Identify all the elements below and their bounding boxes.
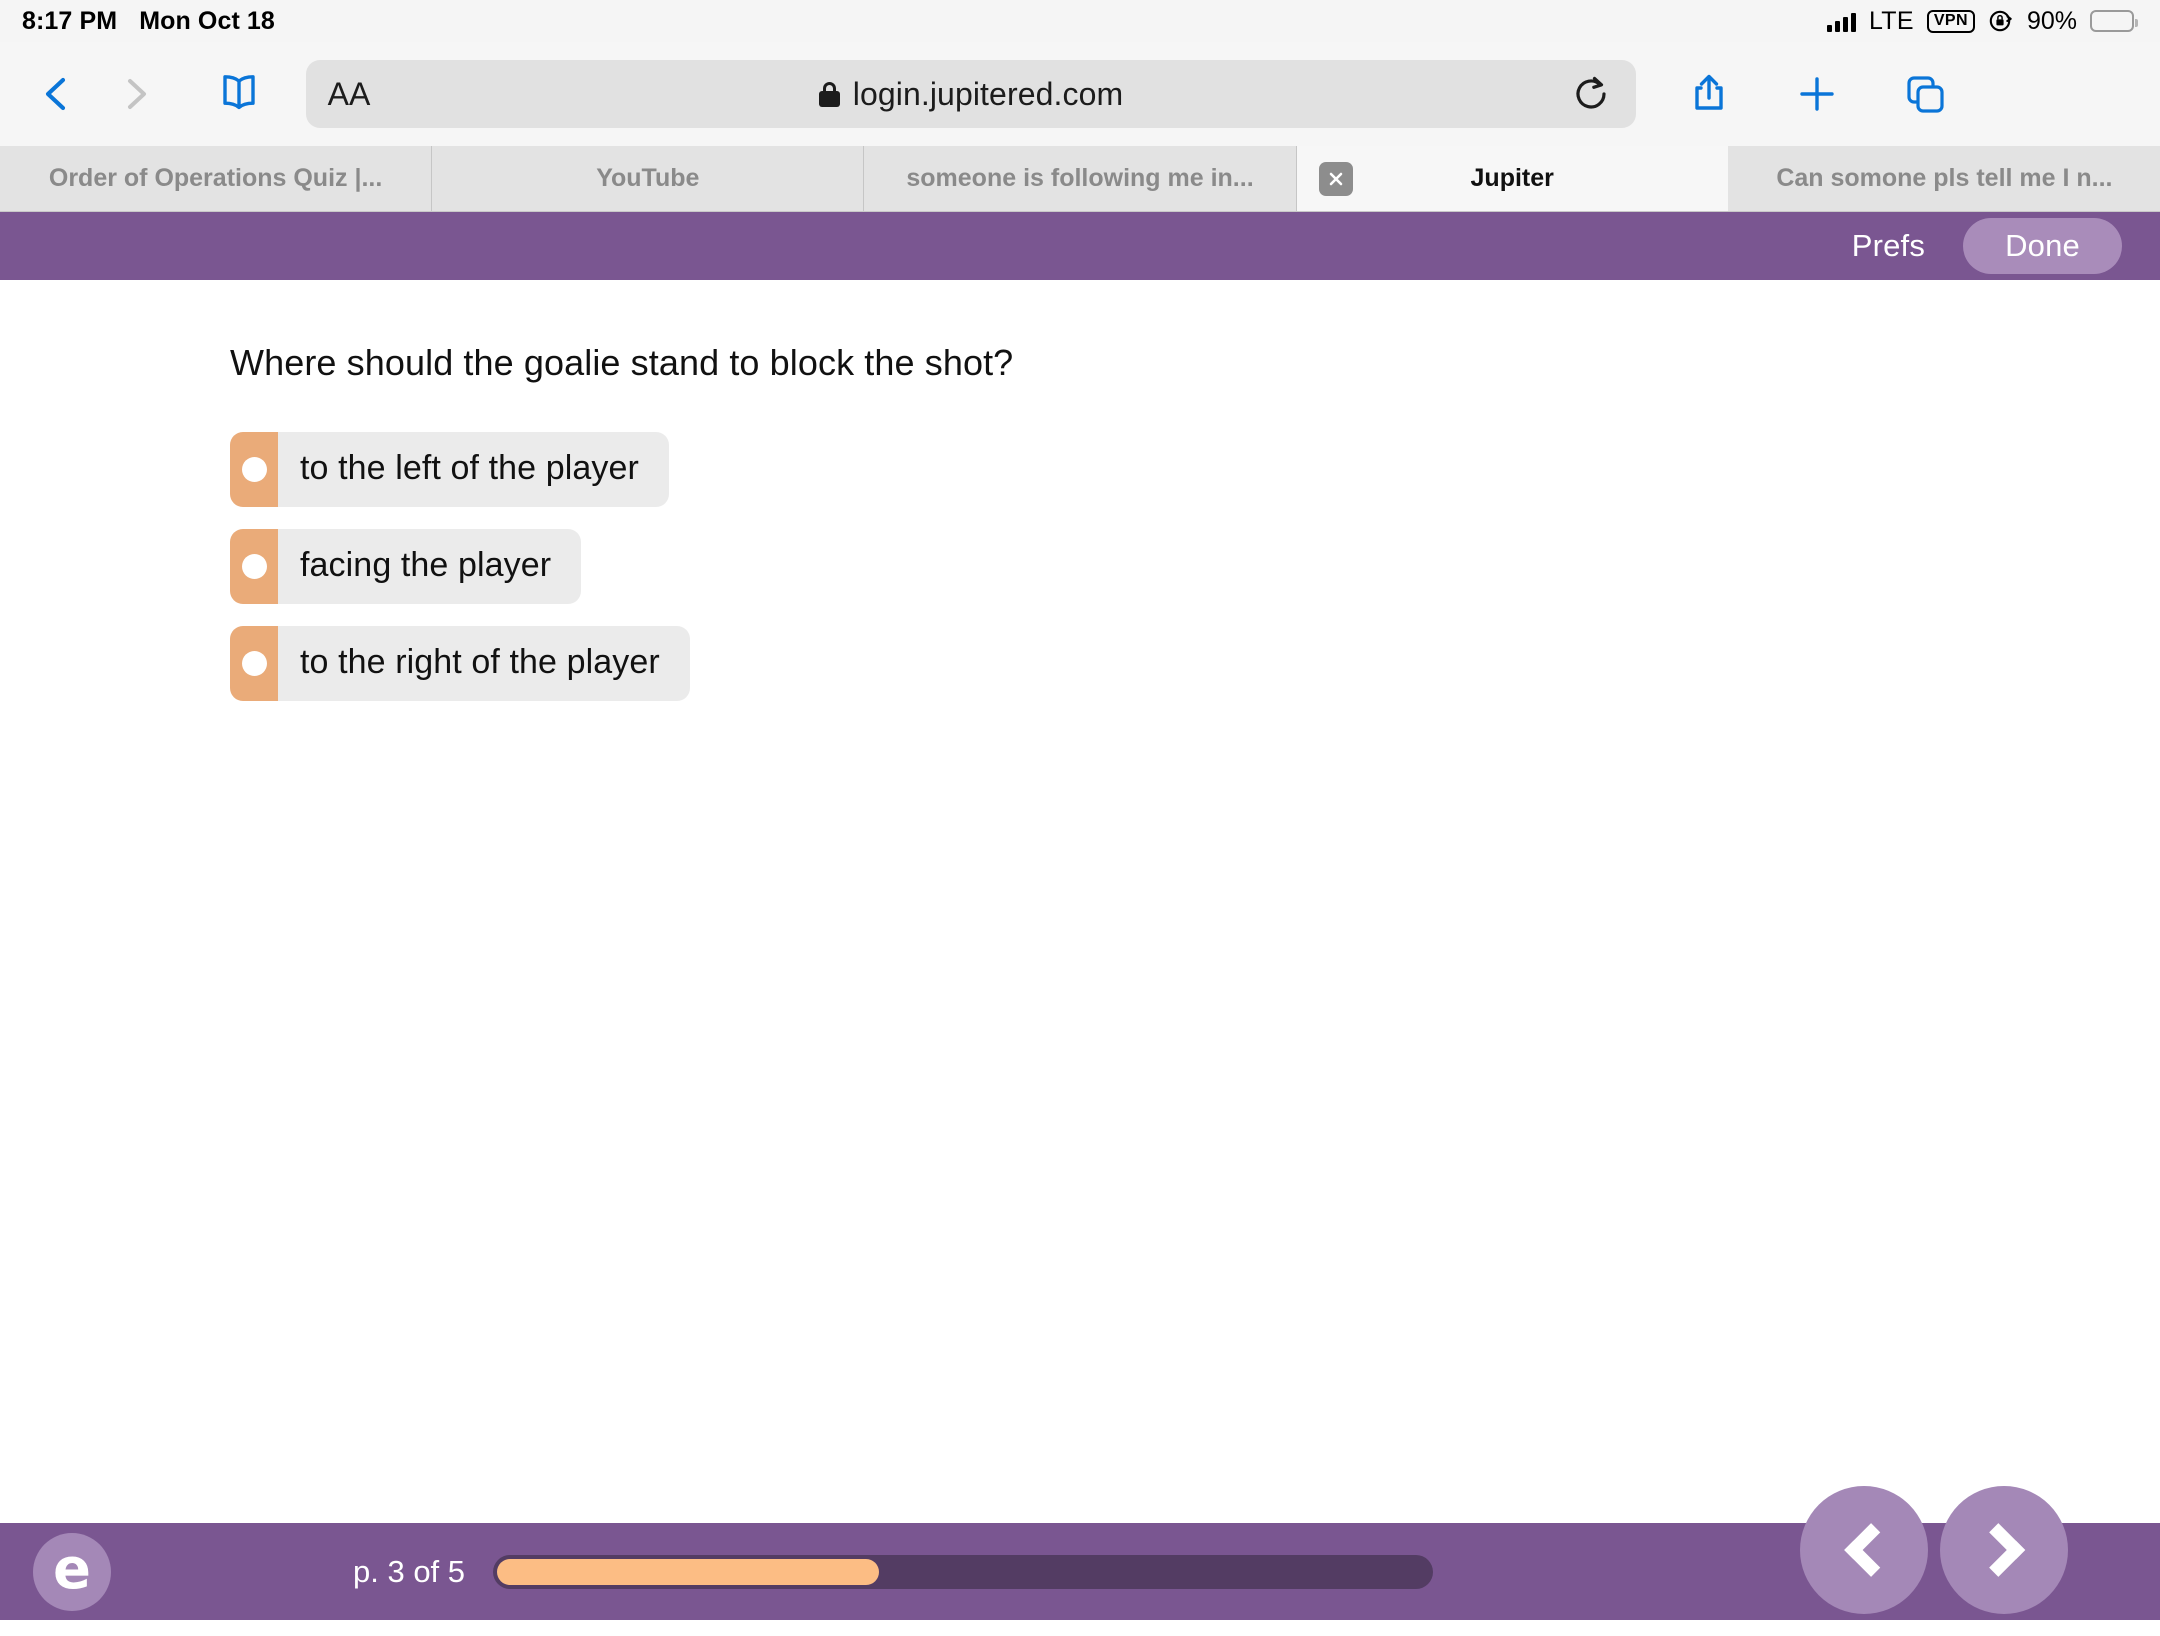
browser-tab-label: Order of Operations Quiz |...: [48, 164, 383, 192]
address-bar-content: login.jupitered.com: [818, 75, 1124, 113]
chevron-right-icon: [1971, 1522, 2026, 1577]
forward-chevron-icon: [96, 55, 174, 133]
tabs-overview-icon[interactable]: [1886, 55, 1964, 133]
quiz-footer-bar: e p. 3 of 5: [0, 1485, 2160, 1620]
url-text: login.jupitered.com: [852, 75, 1124, 112]
answer-option-label: to the right of the player: [278, 626, 690, 701]
toolbar-right-actions: [1670, 55, 1984, 133]
question-text: Where should the goalie stand to block t…: [230, 342, 1014, 383]
answer-options-list: to the left of the player facing the pla…: [230, 432, 2160, 701]
radio-button[interactable]: [230, 626, 278, 701]
prefs-button[interactable]: Prefs: [1838, 222, 1939, 270]
browser-tab[interactable]: YouTube: [432, 146, 865, 211]
battery-percent-label: 90%: [2026, 6, 2077, 35]
text-size-label: AA: [327, 75, 371, 112]
browser-tab-label: Can somone pls tell me I n...: [1776, 164, 2113, 192]
status-time: 8:17 PM: [22, 6, 118, 35]
answer-option-label: to the left of the player: [278, 432, 669, 507]
answer-option[interactable]: to the right of the player: [230, 626, 690, 701]
plus-icon[interactable]: [1778, 55, 1856, 133]
close-icon[interactable]: [1318, 161, 1353, 196]
page-navigation: [1800, 1485, 2160, 1636]
browser-tab[interactable]: someone is following me in...: [864, 146, 1297, 211]
status-date: Mon Oct 18: [139, 6, 275, 35]
browser-tab-label: someone is following me in...: [906, 164, 1254, 192]
answer-option-label: facing the player: [278, 529, 582, 604]
jupiter-logo-icon: e: [33, 1532, 111, 1611]
browser-tab-label: Jupiter: [1470, 164, 1554, 192]
prev-page-button[interactable]: [1800, 1485, 1928, 1614]
tab-bar: Order of Operations Quiz |... YouTube so…: [0, 146, 2160, 212]
chevron-left-icon: [1844, 1522, 1898, 1577]
network-type-label: LTE: [1868, 6, 1914, 35]
status-bar-right: LTE VPN 90%: [1826, 6, 2139, 36]
quiz-header-bar: Prefs Done: [0, 212, 2160, 280]
rotation-lock-icon: [1988, 8, 2014, 34]
browser-toolbar: AA login.jupitered.com: [0, 42, 2160, 146]
browser-tab-label: YouTube: [596, 164, 700, 192]
reload-icon[interactable]: [1566, 68, 1618, 120]
progress-bar: [493, 1554, 1434, 1589]
share-icon[interactable]: [1670, 55, 1748, 133]
done-button[interactable]: Done: [1963, 218, 2122, 274]
browser-tab-active[interactable]: Jupiter: [1296, 146, 1729, 211]
battery-icon: [2090, 10, 2139, 32]
vpn-badge-icon: VPN: [1926, 9, 1975, 33]
back-chevron-icon[interactable]: [18, 55, 96, 133]
browser-tab[interactable]: Can somone pls tell me I n...: [1729, 146, 2160, 211]
text-size-button[interactable]: AA: [312, 65, 386, 123]
progress-bar-fill: [497, 1558, 880, 1585]
next-page-button[interactable]: [1940, 1485, 2068, 1614]
jupiter-logo-letter: e: [53, 1536, 91, 1602]
status-bar: 8:17 PM Mon Oct 18 LTE VPN 90%: [0, 0, 2160, 42]
radio-button[interactable]: [230, 432, 278, 507]
lock-icon: [818, 81, 840, 107]
page-counter: p. 3 of 5: [353, 1553, 466, 1589]
address-bar[interactable]: AA login.jupitered.com: [306, 60, 1636, 128]
answer-option[interactable]: to the left of the player: [230, 432, 669, 507]
browser-tab[interactable]: Order of Operations Quiz |...: [0, 146, 433, 211]
radio-button[interactable]: [230, 529, 278, 604]
answer-option[interactable]: facing the player: [230, 529, 582, 604]
quiz-content: Where should the goalie stand to block t…: [0, 280, 2160, 1523]
signal-bars-icon: [1826, 10, 1856, 32]
book-icon[interactable]: [200, 55, 278, 133]
status-bar-left: 8:17 PM Mon Oct 18: [22, 7, 275, 36]
